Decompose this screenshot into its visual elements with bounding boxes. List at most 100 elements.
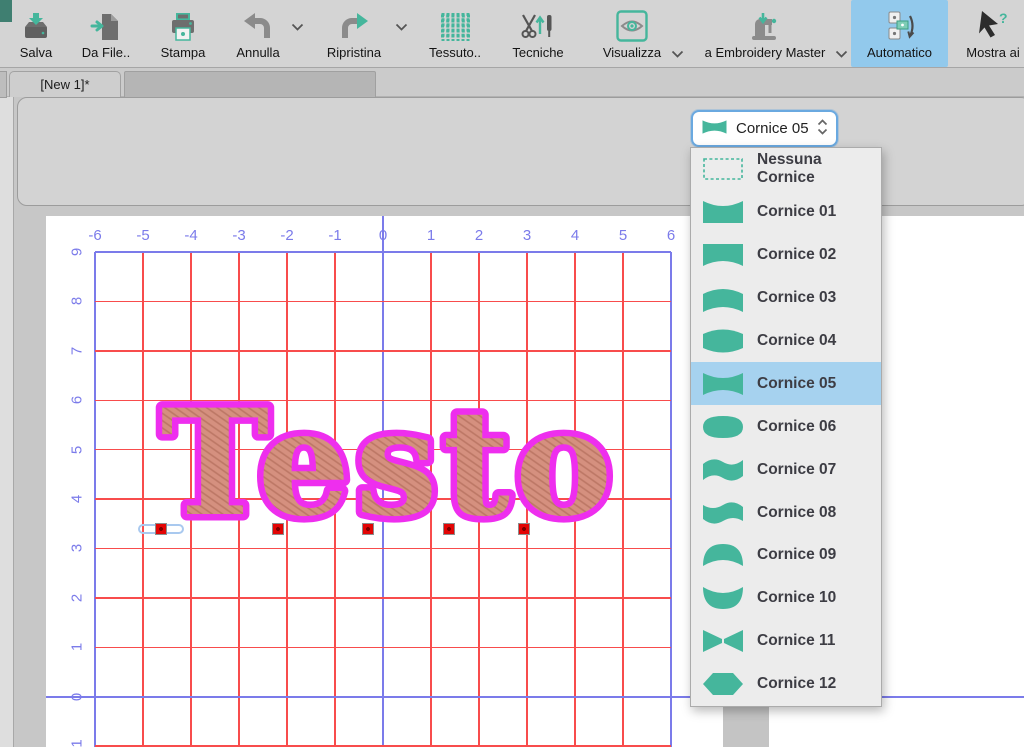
grid-line-horizontal bbox=[95, 301, 671, 303]
dropdown-item-label: Cornice 03 bbox=[757, 289, 836, 307]
stitch-marker[interactable] bbox=[518, 523, 530, 535]
toolbar-item-tecniche[interactable]: Tecniche bbox=[506, 3, 570, 65]
axis-label-y: 6 bbox=[69, 383, 86, 417]
c10-frame-icon bbox=[700, 583, 746, 613]
dropdown-item-cornice-09[interactable]: Cornice 09 bbox=[691, 534, 881, 577]
techniques-icon bbox=[506, 3, 570, 43]
view-icon bbox=[592, 3, 672, 43]
axis-label-x: -4 bbox=[174, 227, 208, 244]
grid-line-horizontal bbox=[95, 597, 671, 599]
c08-frame-icon bbox=[700, 498, 746, 528]
dropdown-item-cornice-06[interactable]: Cornice 06 bbox=[691, 405, 881, 448]
embroidery-text-object[interactable]: Testo bbox=[101, 374, 681, 549]
cornice-select[interactable]: Cornice 05 bbox=[691, 110, 838, 147]
toolbar-item-annulla[interactable]: Annulla bbox=[228, 3, 288, 65]
dropdown-scroll-notch[interactable] bbox=[723, 705, 769, 747]
none-frame-icon bbox=[700, 154, 746, 184]
dropdown-item-cornice-08[interactable]: Cornice 08 bbox=[691, 491, 881, 534]
document-tabbar: [New 1]* bbox=[0, 68, 1024, 97]
c12-frame-icon bbox=[700, 669, 746, 699]
toolbar-item-stampa[interactable]: Stampa bbox=[154, 3, 212, 65]
toolbar-item-label: Ripristina bbox=[314, 45, 394, 60]
embroidery-app-window: { "toolbar": { "items": [ {"label": "Sal… bbox=[0, 0, 1024, 747]
fabric-icon bbox=[422, 3, 488, 43]
cornice-select-value: Cornice 05 bbox=[736, 120, 817, 137]
c09-frame-icon bbox=[700, 540, 746, 570]
dropdown-item-cornice-01[interactable]: Cornice 01 bbox=[691, 191, 881, 234]
axis-label-y: 3 bbox=[69, 531, 86, 565]
axis-label-x: 0 bbox=[366, 227, 400, 244]
dropdown-item-cornice-05[interactable]: Cornice 05 bbox=[691, 362, 881, 405]
chevron-down-icon[interactable] bbox=[291, 19, 304, 34]
save-icon bbox=[10, 3, 62, 43]
dropdown-item-label: Nessuna Cornice bbox=[757, 151, 881, 187]
svg-text:?: ? bbox=[999, 10, 1008, 26]
tab-new1[interactable]: [New 1]* bbox=[9, 71, 121, 97]
toolbar-item-mostra-ai[interactable]: ?Mostra ai bbox=[954, 3, 1024, 65]
axis-label-x: 6 bbox=[654, 227, 688, 244]
toolbar-item-label: Tessuto.. bbox=[422, 45, 488, 60]
bowtie-frame-icon bbox=[701, 118, 728, 140]
chevron-down-icon[interactable] bbox=[395, 19, 408, 34]
file-import-icon bbox=[72, 3, 140, 43]
toolbar-item-label: Annulla bbox=[228, 45, 288, 60]
toolbar-item-label: Salva bbox=[10, 45, 62, 60]
c04-frame-icon bbox=[700, 326, 746, 356]
dropdown-item-nessuna-cornice[interactable]: Nessuna Cornice bbox=[691, 148, 881, 191]
grid-top-border bbox=[95, 251, 671, 253]
dropdown-item-cornice-11[interactable]: Cornice 11 bbox=[691, 620, 881, 663]
axis-label-x: 3 bbox=[510, 227, 544, 244]
dropdown-item-cornice-03[interactable]: Cornice 03 bbox=[691, 277, 881, 320]
dropdown-item-cornice-02[interactable]: Cornice 02 bbox=[691, 234, 881, 277]
chevron-down-icon[interactable] bbox=[671, 46, 684, 61]
dropdown-item-cornice-12[interactable]: Cornice 12 bbox=[691, 663, 881, 706]
toolbar-item-tessuto[interactable]: Tessuto.. bbox=[422, 3, 488, 65]
tab-blank[interactable] bbox=[124, 71, 376, 97]
toolbar-item-salva[interactable]: Salva bbox=[10, 3, 62, 65]
axis-label-y: 2 bbox=[69, 581, 86, 615]
stitch-marker[interactable] bbox=[362, 523, 374, 535]
toolbar-item-visualizza[interactable]: Visualizza bbox=[592, 3, 672, 65]
c01-frame-icon bbox=[700, 197, 746, 227]
c11-frame-icon bbox=[700, 626, 746, 656]
updown-chevron-icon bbox=[817, 119, 828, 139]
axis-label-x: 4 bbox=[558, 227, 592, 244]
axis-label-y: -1 bbox=[69, 729, 86, 747]
c05-frame-icon bbox=[700, 369, 746, 399]
axis-label-y: 9 bbox=[69, 235, 86, 269]
cornice-dropdown-menu: Nessuna Cornice Cornice 01 Cornice 02 Corni… bbox=[690, 147, 882, 707]
dropdown-item-label: Cornice 10 bbox=[757, 589, 836, 607]
axis-label-x: -5 bbox=[126, 227, 160, 244]
dropdown-item-cornice-07[interactable]: Cornice 07 bbox=[691, 448, 881, 491]
dropdown-item-label: Cornice 02 bbox=[757, 246, 836, 264]
axis-label-x: 1 bbox=[414, 227, 448, 244]
toolbar-item-ripristina[interactable]: Ripristina bbox=[314, 3, 394, 65]
axis-label-x: -1 bbox=[318, 227, 352, 244]
c06-frame-icon bbox=[700, 412, 746, 442]
redo-icon bbox=[314, 3, 394, 43]
grid-line-horizontal bbox=[95, 647, 671, 649]
axis-label-y: 5 bbox=[69, 433, 86, 467]
dropdown-item-label: Cornice 08 bbox=[757, 504, 836, 522]
help-cursor-icon: ? bbox=[954, 3, 1024, 43]
tab-stub[interactable] bbox=[0, 71, 7, 98]
axis-label-y: 4 bbox=[69, 482, 86, 516]
stitch-marker[interactable] bbox=[155, 523, 167, 535]
c07-frame-icon bbox=[700, 455, 746, 485]
toolbar-item-da-file[interactable]: Da File.. bbox=[72, 3, 140, 65]
dropdown-item-cornice-10[interactable]: Cornice 10 bbox=[691, 577, 881, 620]
toolbar-item-automatico[interactable]: Automatico bbox=[851, 0, 948, 67]
axis-label-x: 2 bbox=[462, 227, 496, 244]
dropdown-item-label: Cornice 04 bbox=[757, 332, 836, 350]
stitch-marker[interactable] bbox=[443, 523, 455, 535]
toolbar-item-label: a Embroidery Master bbox=[686, 45, 844, 60]
dropdown-item-label: Cornice 05 bbox=[757, 375, 836, 393]
stitch-marker[interactable] bbox=[272, 523, 284, 535]
chevron-down-icon[interactable] bbox=[835, 46, 848, 61]
dropdown-item-label: Cornice 12 bbox=[757, 675, 836, 693]
dropdown-item-cornice-04[interactable]: Cornice 04 bbox=[691, 320, 881, 363]
main-toolbar: Salva Da File.. Stampa Annulla Ripristina Tes… bbox=[0, 0, 1024, 68]
toolbar-item-label: Da File.. bbox=[72, 45, 140, 60]
axis-label-y: 1 bbox=[69, 630, 86, 664]
toolbar-item-a-embroidery-master[interactable]: a Embroidery Master bbox=[686, 3, 844, 65]
